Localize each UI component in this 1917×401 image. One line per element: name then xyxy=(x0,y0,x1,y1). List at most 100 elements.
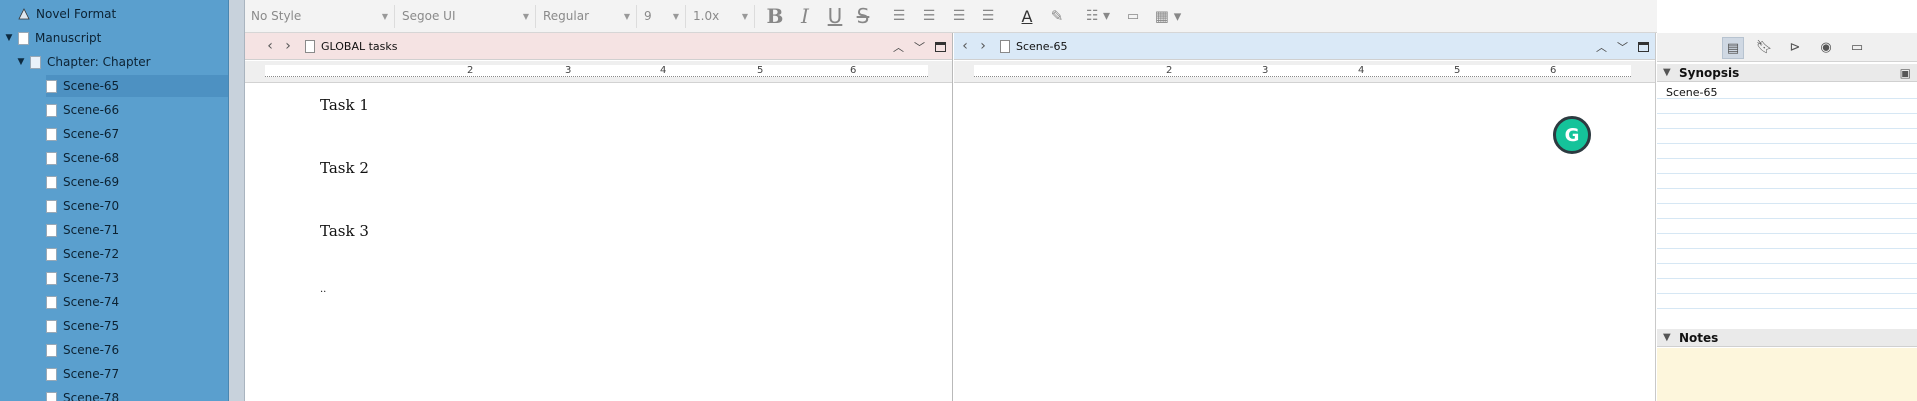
binder-item-scene-69[interactable]: Scene-69 xyxy=(46,171,119,193)
editor-pane-right: ‹ › Scene-65 ︿ ﹀ 2 3 4 5 6 G xyxy=(954,33,1656,401)
forward-arrow-icon[interactable]: › xyxy=(279,38,297,54)
spacing-value: 1.0x xyxy=(693,9,720,23)
binder-item-scene-68[interactable]: Scene-68 xyxy=(46,147,119,169)
chevron-down-icon: ▼ xyxy=(381,12,388,21)
highlight-icon[interactable]: ✎ xyxy=(1045,4,1069,29)
text-color-icon[interactable]: A xyxy=(1015,4,1039,29)
chevron-down-icon: ▼ xyxy=(1663,332,1671,343)
align-justify-icon[interactable]: ☰ xyxy=(947,4,971,29)
app-window: Novel Format ▼ Manuscript ▼ Chapter: Cha… xyxy=(0,0,1917,401)
weight-select[interactable]: Regular ▼ xyxy=(537,5,637,28)
header-controls: ︿ ﹀ xyxy=(1596,33,1649,60)
binder-item-scene-78[interactable]: Scene-78 xyxy=(46,387,119,401)
back-arrow-icon[interactable]: ‹ xyxy=(956,38,974,54)
section-title: Synopsis xyxy=(1679,66,1740,80)
binder-item-label: Scene-73 xyxy=(63,271,120,285)
document-icon xyxy=(18,31,29,45)
document-icon xyxy=(1000,39,1010,53)
binder-item-scene-66[interactable]: Scene-66 xyxy=(46,99,119,121)
image-icon[interactable]: ▣ xyxy=(1900,64,1911,82)
synopsis-header[interactable]: ▼ Synopsis ▣ xyxy=(1657,64,1917,82)
split-toggle-icon[interactable] xyxy=(935,41,946,52)
binder-item-scene-75[interactable]: Scene-75 xyxy=(46,315,119,337)
size-select[interactable]: 9 ▼ xyxy=(638,5,686,28)
ruler-number: 4 xyxy=(1358,65,1365,76)
binder-splitter[interactable] xyxy=(229,0,245,401)
ruler[interactable]: 2 3 4 5 6 xyxy=(245,61,952,83)
synopsis-textarea[interactable]: Scene-65 xyxy=(1657,84,1917,322)
binder-item-novel-format[interactable]: Novel Format xyxy=(18,3,116,25)
editor-title: GLOBAL tasks xyxy=(321,39,398,53)
editor-body-right[interactable]: G xyxy=(954,84,1655,401)
chevron-down-icon: ▼ xyxy=(1663,67,1671,78)
binder-item-manuscript[interactable]: ▼ Manuscript xyxy=(2,27,102,49)
ruler-icon[interactable]: ▭ xyxy=(1121,4,1145,29)
chevron-down-icon[interactable]: ﹀ xyxy=(1617,39,1628,55)
chevron-down-icon: ▼ xyxy=(672,12,679,21)
grammarly-icon[interactable]: G xyxy=(1553,116,1591,154)
style-select[interactable]: No Style ▼ xyxy=(245,5,395,28)
tag-icon[interactable]: ⊳ xyxy=(1784,37,1806,59)
editor-header-left: ‹ › GLOBAL tasks ︿ ﹀ xyxy=(245,33,952,60)
binder-item-scene-72[interactable]: Scene-72 xyxy=(46,243,119,265)
binder-item-scene-65[interactable]: Scene-65 xyxy=(46,75,228,97)
binder-item-scene-74[interactable]: Scene-74 xyxy=(46,291,119,313)
editor-body-left[interactable]: Task 1 Task 2 Task 3 .. xyxy=(245,84,952,401)
chevron-down-icon[interactable]: ▼ xyxy=(14,57,28,67)
bookmark-icon[interactable]: 🔖︎ xyxy=(1753,37,1775,59)
chevron-down-icon[interactable]: ﹀ xyxy=(914,39,925,55)
binder-item-label: Scene-67 xyxy=(63,127,120,141)
binder-item-scene-67[interactable]: Scene-67 xyxy=(46,123,119,145)
split-toggle-icon[interactable] xyxy=(1638,41,1649,52)
document-icon xyxy=(46,103,57,117)
chevron-up-icon[interactable]: ︿ xyxy=(1596,39,1607,55)
binder-item-label: Chapter: Chapter xyxy=(47,55,151,69)
ruler-number: 3 xyxy=(1262,65,1269,76)
document-icon xyxy=(46,271,57,285)
notes-header[interactable]: ▼ Notes xyxy=(1657,329,1917,347)
binder-item-scene-76[interactable]: Scene-76 xyxy=(46,339,119,361)
style-value: No Style xyxy=(251,9,302,23)
italic-icon[interactable]: I xyxy=(793,4,817,29)
binder-sidebar: Novel Format ▼ Manuscript ▼ Chapter: Cha… xyxy=(0,0,229,401)
ruler[interactable]: 2 3 4 5 6 xyxy=(954,61,1655,83)
ruler-number: 2 xyxy=(1166,65,1173,76)
binder-item-scene-70[interactable]: Scene-70 xyxy=(46,195,119,217)
notebook-icon[interactable]: ▤ xyxy=(1722,37,1744,59)
forward-arrow-icon[interactable]: › xyxy=(974,38,992,54)
document-icon xyxy=(46,391,57,401)
binder-item-label: Scene-72 xyxy=(63,247,120,261)
table-icon[interactable]: ▦ ▾ xyxy=(1151,4,1185,29)
comment-icon[interactable]: ▭ xyxy=(1846,37,1868,59)
align-right-icon[interactable]: ☰ xyxy=(976,4,1000,29)
align-left-icon[interactable]: ☰ xyxy=(887,4,911,29)
bold-icon[interactable]: B xyxy=(763,4,787,29)
binder-item-label: Scene-74 xyxy=(63,295,120,309)
snapshot-icon[interactable]: ◉ xyxy=(1815,37,1837,59)
binder-item-scene-73[interactable]: Scene-73 xyxy=(46,267,119,289)
chevron-up-icon[interactable]: ︿ xyxy=(893,39,904,55)
weight-value: Regular xyxy=(543,9,590,23)
text-line: Task 1 xyxy=(320,96,369,114)
ruler-number: 4 xyxy=(660,65,667,76)
binder-item-label: Scene-68 xyxy=(63,151,120,165)
ruler-track xyxy=(265,65,928,77)
strikethrough-icon[interactable]: S xyxy=(851,4,875,29)
underline-icon[interactable]: U xyxy=(823,4,847,29)
document-icon xyxy=(46,151,57,165)
font-select[interactable]: Segoe UI ▼ xyxy=(396,5,536,28)
text-line: .. xyxy=(320,284,327,295)
binder-item-scene-71[interactable]: Scene-71 xyxy=(46,219,119,241)
document-icon xyxy=(305,39,315,53)
list-icon[interactable]: ☷ ▾ xyxy=(1081,4,1115,29)
binder-item-scene-77[interactable]: Scene-77 xyxy=(46,363,119,385)
editor-title[interactable]: Scene-65 xyxy=(1016,40,1068,53)
align-center-icon[interactable]: ☰ xyxy=(917,4,941,29)
binder-item-chapter[interactable]: ▼ Chapter: Chapter xyxy=(14,51,151,73)
back-arrow-icon[interactable]: ‹ xyxy=(261,38,279,54)
notes-textarea[interactable] xyxy=(1657,348,1917,401)
binder-item-label: Scene-66 xyxy=(63,103,120,117)
line-spacing-select[interactable]: 1.0x ▼ xyxy=(687,5,755,28)
chevron-down-icon[interactable]: ▼ xyxy=(2,33,16,43)
document-icon xyxy=(46,127,57,141)
